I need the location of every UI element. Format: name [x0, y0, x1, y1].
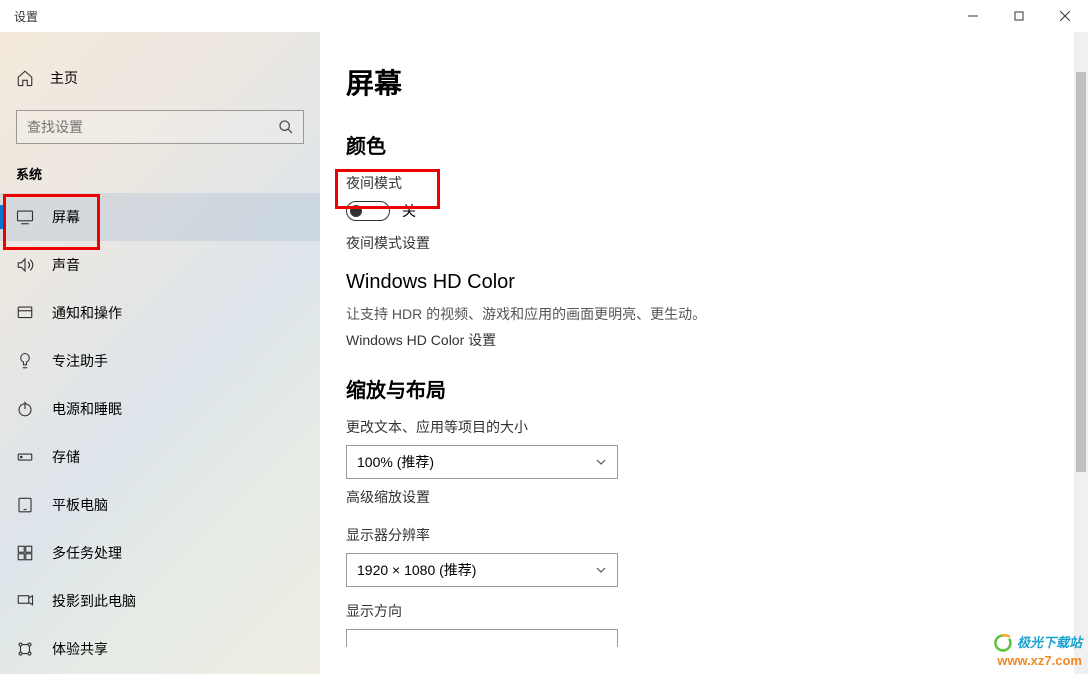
color-group-title: 颜色: [346, 130, 1088, 159]
night-mode-settings-link[interactable]: 夜间模式设置: [346, 233, 1088, 253]
resolution-label: 显示器分辨率: [346, 525, 1088, 545]
sidebar-item-project[interactable]: 投影到此电脑: [0, 577, 320, 625]
search-input[interactable]: [16, 110, 304, 144]
night-mode-label: 夜间模式: [346, 173, 1088, 193]
tablet-icon: [16, 496, 34, 514]
watermark-text2: www.xz7.com: [993, 653, 1082, 670]
sidebar-item-focus[interactable]: 专注助手: [0, 337, 320, 385]
home-label: 主页: [50, 68, 78, 88]
project-icon: [16, 592, 34, 610]
sidebar-item-label: 专注助手: [52, 351, 108, 371]
storage-icon: [16, 448, 34, 466]
sidebar-item-label: 电源和睡眠: [52, 399, 122, 419]
chevron-down-icon: [595, 456, 607, 468]
scale-group-title: 缩放与布局: [346, 374, 1088, 403]
sidebar-item-tablet[interactable]: 平板电脑: [0, 481, 320, 529]
sound-icon: [16, 256, 34, 274]
night-mode-state: 关: [402, 201, 416, 221]
sidebar-item-power[interactable]: 电源和睡眠: [0, 385, 320, 433]
main-content: 屏幕 颜色 夜间模式 关 夜间模式设置 Windows HD Color 让支持…: [320, 32, 1088, 674]
text-size-select[interactable]: 100% (推荐): [346, 445, 618, 479]
home-nav[interactable]: 主页: [0, 60, 320, 96]
section-header: 系统: [0, 164, 320, 193]
notifications-icon: [16, 304, 34, 322]
text-size-label: 更改文本、应用等项目的大小: [346, 417, 1088, 437]
titlebar: 设置: [0, 0, 1088, 32]
resolution-select[interactable]: 1920 × 1080 (推荐): [346, 553, 618, 587]
hd-color-title: Windows HD Color: [346, 271, 1088, 294]
logo-icon: [993, 633, 1013, 653]
advanced-scaling-link[interactable]: 高级缩放设置: [346, 487, 1088, 507]
search-icon: [278, 119, 294, 135]
maximize-button[interactable]: [996, 0, 1042, 32]
power-icon: [16, 400, 34, 418]
sidebar-item-storage[interactable]: 存储: [0, 433, 320, 481]
sidebar-item-label: 投影到此电脑: [52, 591, 136, 611]
sidebar: 主页 系统 屏幕 声音 通知和操作: [0, 32, 320, 674]
night-mode-toggle-row: 关: [346, 201, 1088, 221]
sidebar-item-display[interactable]: 屏幕: [0, 193, 320, 241]
minimize-button[interactable]: [950, 0, 996, 32]
sidebar-item-label: 声音: [52, 255, 80, 275]
multitask-icon: [16, 544, 34, 562]
orientation-label: 显示方向: [346, 601, 1088, 621]
resolution-value: 1920 × 1080 (推荐): [357, 560, 476, 580]
window-controls: [950, 0, 1088, 32]
text-size-value: 100% (推荐): [357, 452, 434, 472]
orientation-select[interactable]: [346, 629, 618, 647]
watermark-text1: 极光下载站: [1017, 635, 1082, 652]
sidebar-item-sound[interactable]: 声音: [0, 241, 320, 289]
chevron-down-icon: [595, 564, 607, 576]
sidebar-item-shared[interactable]: 体验共享: [0, 625, 320, 673]
sidebar-item-notifications[interactable]: 通知和操作: [0, 289, 320, 337]
sidebar-item-label: 体验共享: [52, 639, 108, 659]
display-icon: [16, 208, 34, 226]
focus-icon: [16, 352, 34, 370]
sidebar-item-label: 屏幕: [52, 207, 80, 227]
scrollbar[interactable]: [1074, 32, 1088, 674]
night-mode-toggle[interactable]: [346, 201, 390, 221]
home-icon: [16, 69, 34, 87]
sidebar-item-multitask[interactable]: 多任务处理: [0, 529, 320, 577]
shared-icon: [16, 640, 34, 658]
sidebar-item-label: 平板电脑: [52, 495, 108, 515]
sidebar-item-label: 多任务处理: [52, 543, 122, 563]
close-button[interactable]: [1042, 0, 1088, 32]
sidebar-item-label: 存储: [52, 447, 80, 467]
page-title: 屏幕: [346, 62, 1088, 102]
app-title: 设置: [14, 8, 38, 25]
hd-color-desc: 让支持 HDR 的视频、游戏和应用的画面更明亮、更生动。: [346, 304, 1088, 324]
nav-list: 屏幕 声音 通知和操作 专注助手 电源和睡眠 存储: [0, 193, 320, 673]
watermark: 极光下载站 www.xz7.com: [993, 633, 1082, 670]
hd-color-link[interactable]: Windows HD Color 设置: [346, 330, 1088, 350]
scrollbar-thumb[interactable]: [1076, 72, 1086, 472]
sidebar-item-label: 通知和操作: [52, 303, 122, 323]
